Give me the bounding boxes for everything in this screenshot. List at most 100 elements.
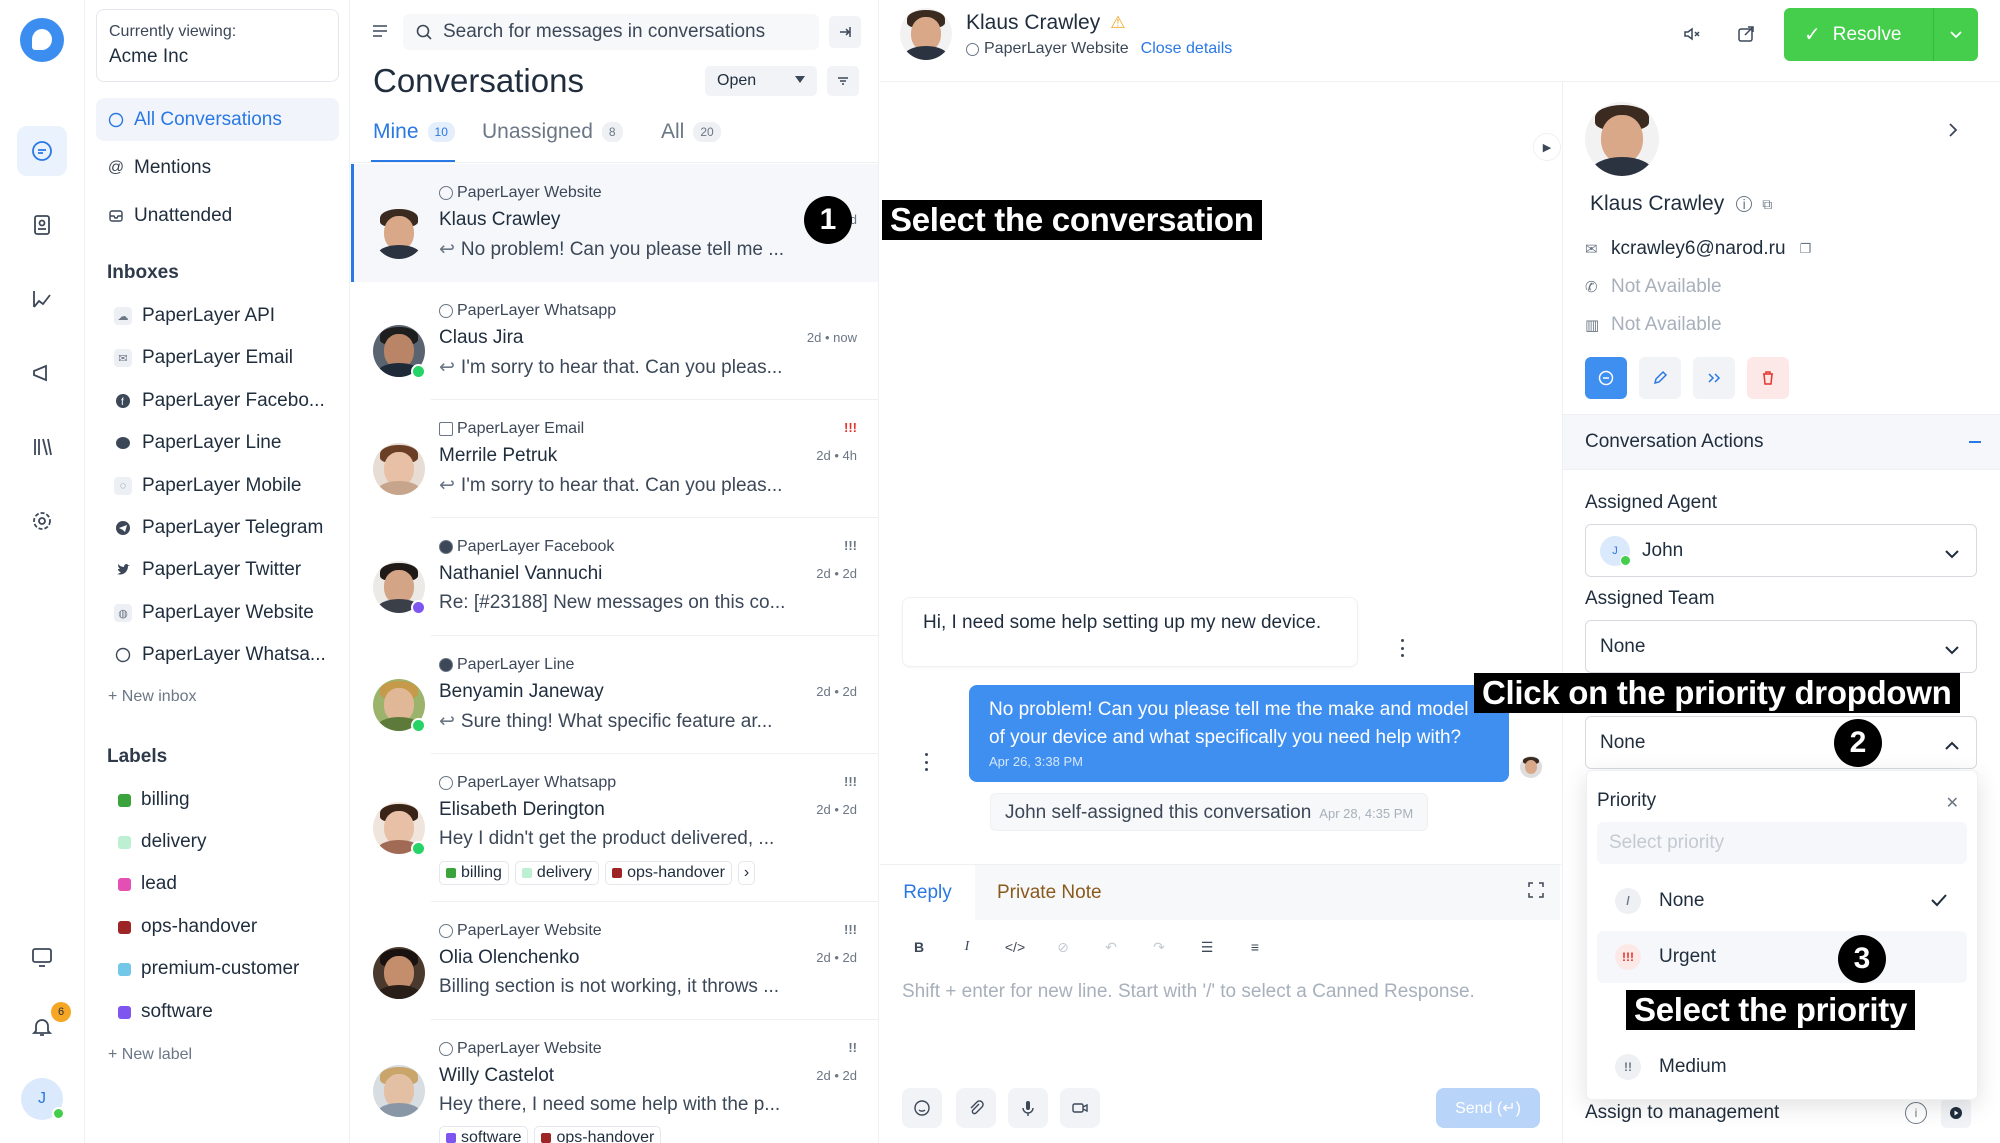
conversation-item-elisabeth-derington[interactable]: PaperLayer Whatsapp Elisabeth Derington … [351,754,878,902]
conversation-item-willy-castelot[interactable]: PaperLayer Website Willy Castelot Hey th… [351,1020,878,1143]
header-contact-name[interactable]: Klaus Crawley ⚠ [966,11,1125,35]
settings-nav-icon[interactable] [17,496,67,546]
external-link-icon[interactable]: ⧉ [1762,196,1772,213]
status-filter-select[interactable]: Open [705,66,817,96]
expand-editor-icon[interactable] [1527,881,1545,904]
tab-unassigned[interactable]: Unassigned 8 [482,120,623,144]
nav-unattended[interactable]: Unattended [96,194,339,237]
inbox-item-whatsapp[interactable]: PaperLayer Whatsa... [114,639,326,671]
code-icon[interactable]: </> [1002,939,1028,956]
inbox-item-twitter[interactable]: PaperLayer Twitter [114,554,301,586]
app-logo[interactable] [20,18,64,62]
bullet-list-icon[interactable]: ☰ [1194,939,1220,956]
priority-option-urgent[interactable]: !!! Urgent [1597,931,1967,983]
inbox-item-mobile[interactable]: ◌ PaperLayer Mobile [114,470,301,502]
priority-search-input[interactable]: Select priority [1597,822,1967,864]
microphone-icon[interactable] [1008,1088,1048,1128]
preview-text: Sure thing! What specific feature ar... [460,711,773,732]
bold-icon[interactable]: B [906,939,932,956]
inbox-item-website[interactable]: ◍ PaperLayer Website [114,597,314,629]
reports-nav-icon[interactable] [17,274,67,324]
conversation-item-benyamin-janeway[interactable]: PaperLayer Line Benyamin Janeway ↩ Sure t… [351,636,878,754]
assigned-team-select[interactable]: None [1585,620,1977,673]
send-button[interactable]: Send (↵) [1436,1088,1540,1128]
dashboard-apps-icon[interactable] [17,932,67,982]
chevron-right-icon[interactable] [1947,122,1959,143]
tab-reply[interactable]: Reply [880,865,975,920]
conversation-item-olia-olenchenko[interactable]: PaperLayer Website Olia Olenchenko Billi… [351,902,878,1020]
library-nav-icon[interactable] [17,422,67,472]
merge-arrows-icon[interactable] [1693,357,1735,399]
label-item-delivery[interactable]: delivery [118,826,206,858]
close-details-link[interactable]: Close details [1141,40,1233,58]
conversation-item-claus-jira[interactable]: PaperLayer Whatsapp Claus Jira ↩ I'm sorr… [351,282,878,400]
nav-mentions[interactable]: @ Mentions [96,146,339,189]
expand-arrow-icon[interactable]: ▶ [1533,133,1561,161]
more-labels-chevron-icon[interactable]: › [737,861,756,885]
inbox-item-api[interactable]: ☁ PaperLayer API [114,300,275,332]
message-menu-icon[interactable] [923,753,929,771]
contacts-nav-icon[interactable] [17,200,67,250]
contact-email: kcrawley6@narod.ru [1611,238,1786,259]
hamburger-menu-icon[interactable] [371,22,389,45]
inbox-item-telegram[interactable]: PaperLayer Telegram [114,512,323,544]
campaigns-nav-icon[interactable] [17,348,67,398]
label-item-lead[interactable]: lead [118,868,177,900]
share-icon[interactable] [1732,20,1760,48]
info-icon[interactable]: i [1736,196,1753,212]
conversation-item-nathaniel-vannuchi[interactable]: PaperLayer Facebook Nathaniel Vannuchi R… [351,518,878,636]
copy-icon[interactable]: ❐ [1800,241,1812,257]
emoji-icon[interactable] [902,1088,942,1128]
inbox-item-line[interactable]: PaperLayer Line [114,427,281,459]
inbox-item-facebook[interactable]: f PaperLayer Facebo... [114,385,325,417]
mute-icon[interactable] [1678,20,1706,48]
conversation-item-merrile-petruk[interactable]: PaperLayer Email Merrile Petruk ↩ I'm sor… [351,400,878,518]
play-icon[interactable] [1941,1098,1971,1128]
collapse-minus-icon[interactable] [1969,441,1981,443]
numbered-list-icon[interactable]: ≡ [1242,939,1268,956]
conversation-actions-header[interactable]: Conversation Actions [1563,414,2000,470]
undo-icon[interactable]: ↶ [1098,939,1124,956]
edit-pencil-icon[interactable] [1639,357,1681,399]
new-message-icon[interactable] [1585,357,1627,399]
label-item-software[interactable]: software [118,996,213,1028]
inbox-label: PaperLayer API [142,305,276,326]
italic-icon[interactable]: I [954,939,980,956]
video-icon[interactable] [1060,1088,1100,1128]
tab-private-note[interactable]: Private Note [975,865,1560,920]
message-input[interactable]: Shift + enter for new line. Start with '… [902,981,1475,1003]
filter-icon[interactable] [827,66,859,96]
attachment-icon[interactable] [956,1088,996,1128]
priority-option-medium[interactable]: !! Medium [1597,1041,1967,1093]
tab-mine[interactable]: Mine 10 [373,120,455,144]
label-item-premium-customer[interactable]: premium-customer [118,953,299,985]
account-switcher[interactable]: Currently viewing: Acme Inc [96,9,339,82]
conversations-nav-icon[interactable] [17,126,67,176]
notifications-bell-icon[interactable]: 6 [17,1002,71,1052]
resolve-button[interactable]: ✓ Resolve [1784,8,1978,61]
user-avatar[interactable]: J [21,1078,65,1120]
conversation-item-klaus-crawley[interactable]: PaperLayer Website Klaus Crawley ↩ No pro… [351,164,878,282]
label-item-billing[interactable]: billing [118,784,190,816]
new-inbox-link[interactable]: + New inbox [108,688,197,706]
tab-all[interactable]: All 20 [661,120,721,144]
new-label-link[interactable]: + New label [108,1046,192,1064]
resolve-dropdown-chevron-icon[interactable] [1934,30,1978,40]
compose-arrow-icon[interactable] [829,16,861,48]
assigned-agent-select[interactable]: J John [1585,524,1977,577]
label-item-ops-handover[interactable]: ops-handover [118,911,257,943]
info-icon[interactable]: i [1905,1102,1927,1124]
inbox-item-email[interactable]: ✉ PaperLayer Email [114,342,293,374]
contact-avatar [373,947,425,999]
link-icon[interactable]: ⊘ [1050,939,1076,956]
urgent-priority-icon: !!! [844,420,857,435]
delete-trash-icon[interactable] [1747,357,1789,399]
search-bar[interactable]: Search for messages in conversations [403,14,819,50]
close-icon[interactable]: ✕ [1946,793,1959,813]
nav-all-conversations[interactable]: All Conversations [96,98,339,141]
label-color-dot [118,962,131,976]
priority-select[interactable]: None [1585,716,1977,769]
message-menu-icon[interactable] [1399,639,1405,657]
redo-icon[interactable]: ↷ [1146,939,1172,956]
priority-option-none[interactable]: / None [1597,875,1967,927]
